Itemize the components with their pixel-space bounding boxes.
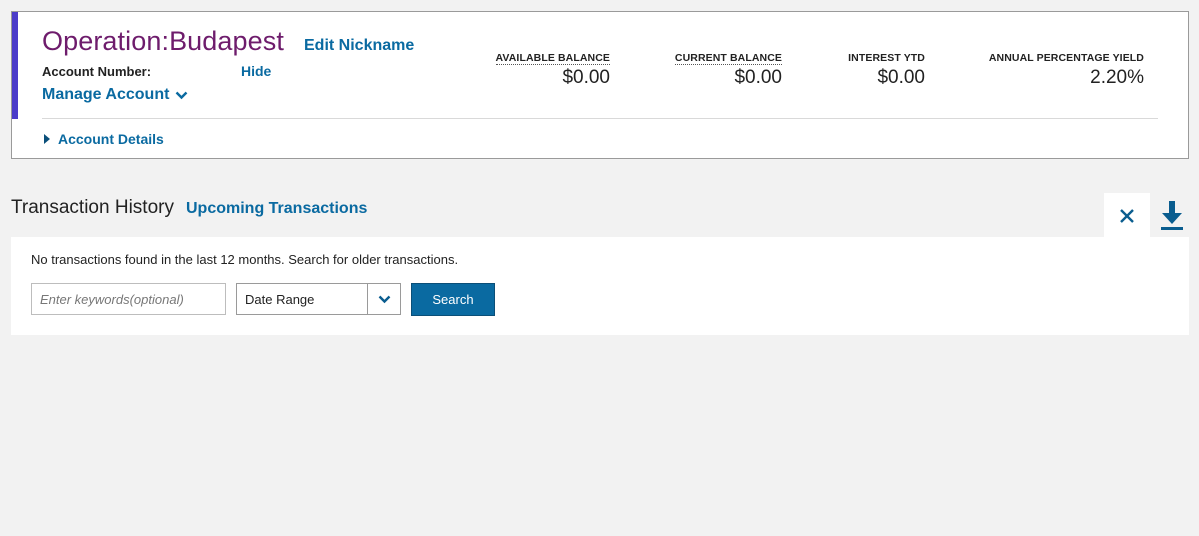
no-transactions-message: No transactions found in the last 12 mon…: [31, 252, 459, 267]
available-balance-stat: AVAILABLE BALANCE $0.00: [495, 48, 610, 89]
hide-account-number-link[interactable]: Hide: [241, 63, 271, 79]
interest-ytd-stat: INTEREST YTD $0.00: [848, 48, 925, 89]
download-button[interactable]: [1150, 193, 1194, 238]
keyword-search-input[interactable]: [31, 283, 226, 315]
current-balance-label[interactable]: CURRENT BALANCE: [674, 52, 782, 65]
download-icon: [1161, 200, 1183, 230]
date-range-toggle[interactable]: [367, 284, 400, 314]
apy-label: ANNUAL PERCENTAGE YIELD: [988, 52, 1144, 64]
transaction-history-title: Transaction History: [11, 197, 174, 218]
account-card: Operation:Budapest Edit Nickname Account…: [11, 11, 1189, 159]
transaction-search-panel: No transactions found in the last 12 mon…: [11, 237, 1189, 335]
available-balance-value: $0.00: [562, 67, 610, 88]
interest-ytd-label: INTEREST YTD: [848, 52, 925, 64]
manage-account-label: Manage Account: [42, 86, 170, 103]
account-name: Operation:Budapest: [42, 26, 284, 56]
edit-nickname-link[interactable]: Edit Nickname: [304, 37, 414, 55]
search-button[interactable]: Search: [411, 283, 495, 316]
account-details-toggle[interactable]: Account Details: [44, 131, 164, 147]
account-accent-bar: [12, 12, 18, 119]
date-range-select[interactable]: Date Range: [236, 283, 401, 315]
current-balance-stat: CURRENT BALANCE $0.00: [674, 48, 782, 89]
close-icon: [1120, 208, 1134, 223]
upcoming-transactions-link[interactable]: Upcoming Transactions: [186, 200, 367, 218]
date-range-value: Date Range: [245, 291, 315, 307]
chevron-down-icon: [176, 91, 188, 99]
apy-value: 2.20%: [1090, 67, 1144, 88]
chevron-down-icon: [378, 295, 390, 303]
account-details-label: Account Details: [58, 131, 164, 147]
interest-ytd-value: $0.00: [877, 67, 925, 88]
caret-right-icon: [44, 134, 50, 144]
current-balance-value: $0.00: [734, 67, 782, 88]
account-number-label: Account Number:: [42, 64, 152, 79]
close-search-button[interactable]: [1104, 193, 1150, 238]
card-divider: [42, 118, 1158, 119]
available-balance-label[interactable]: AVAILABLE BALANCE: [495, 52, 610, 65]
manage-account-dropdown[interactable]: Manage Account: [42, 86, 188, 104]
apy-stat: ANNUAL PERCENTAGE YIELD 2.20%: [989, 48, 1144, 89]
